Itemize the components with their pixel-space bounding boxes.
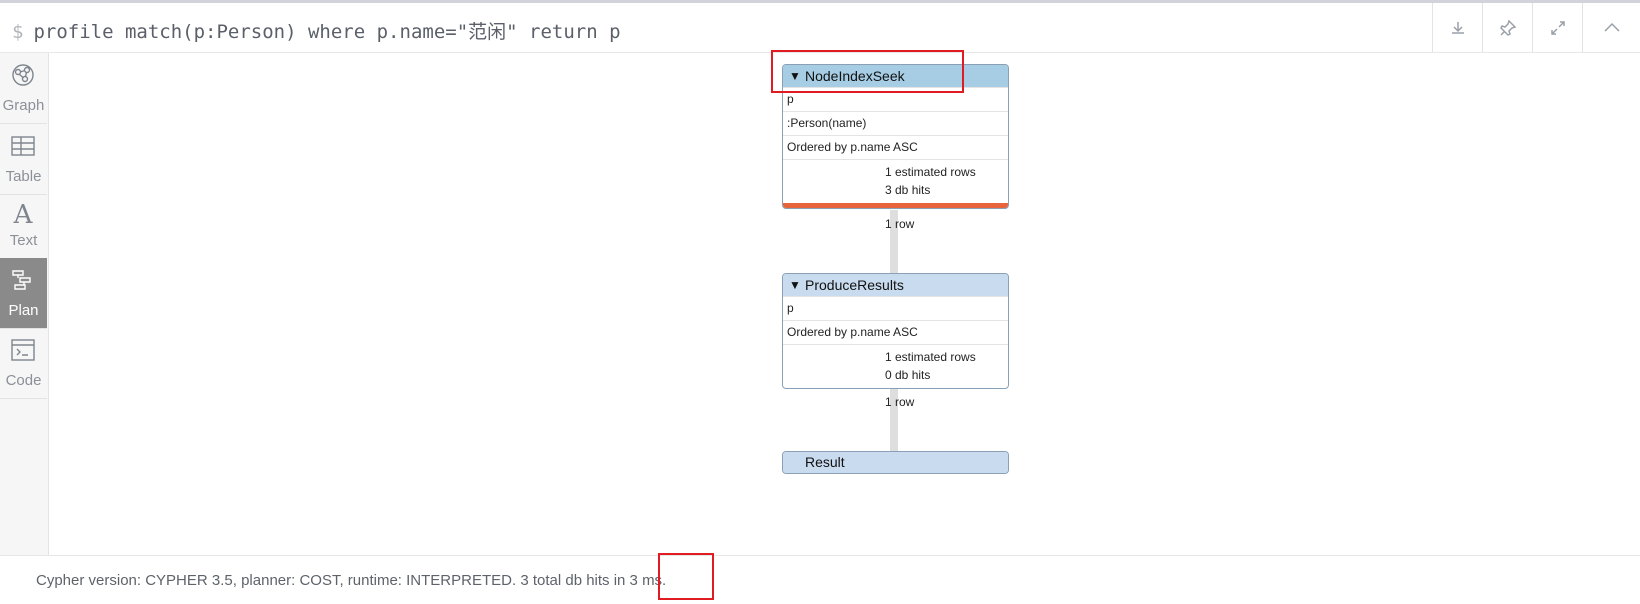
pin-button[interactable] [1482, 3, 1533, 52]
code-icon [9, 336, 37, 364]
download-icon [1452, 21, 1464, 34]
result-view-sidebar: Graph Table A Text Plan Code [0, 53, 49, 555]
query-editor[interactable]: $ profile match(p:Person) where p.name="范… [12, 17, 621, 44]
operator-result[interactable]: Result [782, 451, 1009, 474]
operator-name: ProduceResults [805, 277, 904, 293]
query-bar: $ profile match(p:Person) where p.name="范… [0, 3, 1640, 53]
edge-row-count: 1 row [885, 395, 915, 409]
sidebar-item-label: Table [5, 168, 42, 185]
db-hits: 3 db hits [885, 183, 931, 197]
chevron-up-icon [1604, 22, 1620, 32]
result-summary-footer: Cypher version: CYPHER 3.5, planner: COS… [0, 555, 1640, 604]
sidebar-item-label: Graph [2, 97, 45, 114]
highlight-box [771, 50, 964, 93]
db-hits-bar [783, 203, 1008, 208]
sidebar-item-plan[interactable]: Plan [0, 258, 47, 329]
sidebar-item-label: Code [5, 372, 42, 389]
table-icon [9, 132, 37, 160]
operator-stats: 1 estimated rows 0 db hits [783, 344, 1008, 388]
operator-produce-results[interactable]: ▼ ProduceResults p Ordered by p.name ASC… [782, 273, 1009, 389]
operator-stats: 1 estimated rows 3 db hits [783, 159, 1008, 203]
edge-row-count: 1 row [885, 217, 915, 231]
graph-icon [9, 61, 37, 89]
text-icon: A [13, 200, 33, 230]
sidebar-item-code[interactable]: Code [0, 328, 47, 399]
pin-icon [1500, 19, 1517, 36]
fullscreen-button[interactable] [1532, 3, 1583, 52]
operator-header[interactable]: Result [783, 452, 1008, 473]
operator-detail: p [783, 296, 1008, 320]
collapse-triangle-icon[interactable]: ▼ [789, 274, 801, 296]
operator-name: Result [805, 454, 845, 470]
highlight-box [658, 553, 714, 600]
operator-header[interactable]: ▼ ProduceResults [783, 274, 1008, 296]
sidebar-item-label: Text [9, 232, 38, 249]
sidebar-item-label: Plan [8, 302, 39, 319]
operator-detail: Ordered by p.name ASC [783, 320, 1008, 344]
sidebar-item-graph[interactable]: Graph [0, 53, 47, 124]
collapse-button[interactable] [1582, 3, 1640, 52]
operator-detail: Ordered by p.name ASC [783, 135, 1008, 159]
estimated-rows: 1 estimated rows [885, 350, 976, 364]
estimated-rows: 1 estimated rows [885, 165, 976, 179]
sidebar-item-table[interactable]: Table [0, 124, 47, 195]
prompt-symbol: $ [12, 21, 24, 43]
download-button[interactable] [1432, 3, 1483, 52]
query-text[interactable]: profile match(p:Person) where p.name="范闲… [33, 21, 620, 43]
sidebar-item-text[interactable]: A Text [0, 193, 47, 264]
operator-detail: :Person(name) [783, 111, 1008, 135]
expand-icon [1551, 20, 1565, 35]
db-hits: 0 db hits [885, 368, 931, 382]
summary-text: Cypher version: CYPHER 3.5, planner: COS… [36, 572, 667, 589]
plan-icon [9, 266, 37, 294]
